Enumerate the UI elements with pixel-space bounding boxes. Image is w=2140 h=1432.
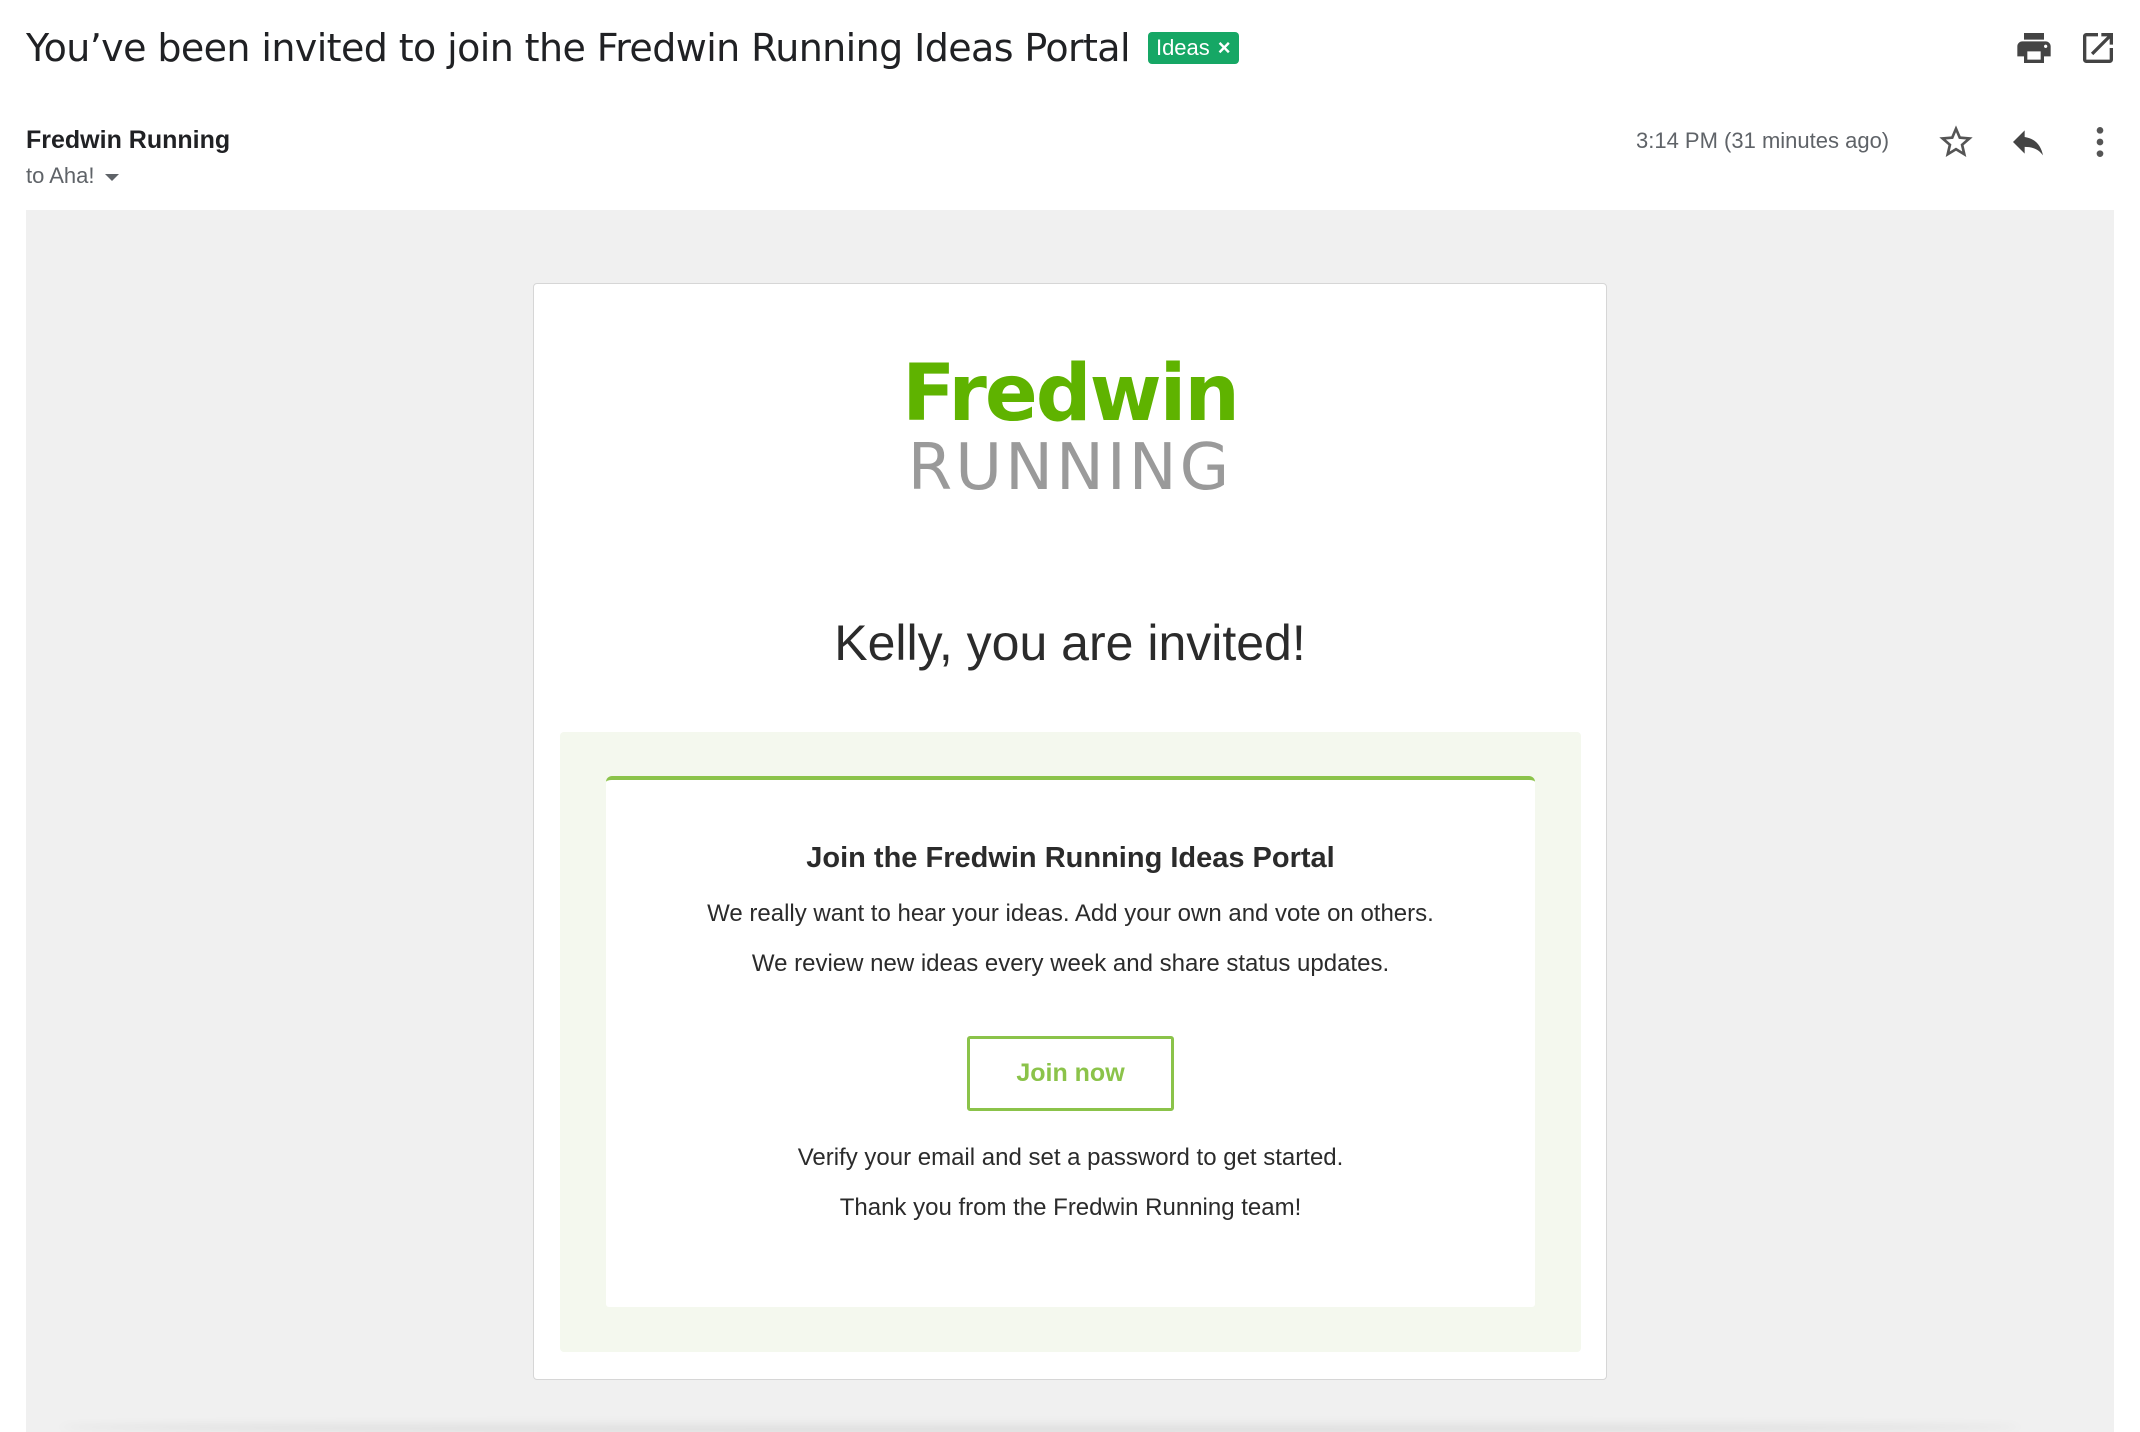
logo-wordmark-top: Fredwin bbox=[902, 349, 1240, 439]
sender-name[interactable]: Fredwin Running bbox=[26, 126, 230, 155]
more-options-icon[interactable] bbox=[2080, 122, 2120, 162]
invitation-headline: Kelly, you are invited! bbox=[834, 615, 1306, 671]
remove-label-icon[interactable]: × bbox=[1218, 35, 1231, 61]
label-chip[interactable]: Ideas × bbox=[1147, 32, 1239, 64]
cta-title: Join the Fredwin Running Ideas Portal bbox=[806, 842, 1335, 874]
print-icon[interactable] bbox=[2014, 28, 2054, 68]
recipient-text: to Aha! bbox=[26, 163, 95, 188]
cta-text-line: Verify your email and set a password to … bbox=[797, 1144, 1344, 1171]
cta-panel: Join the Fredwin Running Ideas Portal We… bbox=[560, 732, 1581, 1352]
subject-row: You’ve been invited to join the Fredwin … bbox=[26, 18, 1239, 78]
chevron-down-icon[interactable] bbox=[104, 174, 119, 181]
reply-icon[interactable] bbox=[2008, 122, 2048, 162]
invitation-card: Fredwin RUNNING Kelly, you are invited! … bbox=[533, 283, 1607, 1380]
recipient-details[interactable]: to Aha! bbox=[26, 163, 119, 189]
star-icon[interactable] bbox=[1936, 122, 1976, 162]
cta-text-line: We review new ideas every week and share… bbox=[751, 950, 1390, 977]
open-in-new-window-icon[interactable] bbox=[2078, 28, 2118, 68]
email-timestamp: 3:14 PM (31 minutes ago) bbox=[1636, 128, 1890, 153]
cta-box: Join the Fredwin Running Ideas Portal We… bbox=[606, 776, 1535, 1307]
join-now-button[interactable]: Join now bbox=[967, 1036, 1174, 1111]
email-subject: You’ve been invited to join the Fredwin … bbox=[26, 26, 1131, 70]
cta-text-line: Thank you from the Fredwin Running team! bbox=[839, 1194, 1302, 1221]
scroll-shadow bbox=[60, 1420, 2020, 1432]
cta-text-line: We really want to hear your ideas. Add y… bbox=[707, 900, 1434, 927]
brand-logo: Fredwin RUNNING bbox=[534, 354, 1606, 506]
email-view: You’ve been invited to join the Fredwin … bbox=[0, 0, 2140, 1432]
label-chip-text: Ideas bbox=[1155, 35, 1210, 60]
logo-wordmark-bottom: RUNNING bbox=[907, 431, 1233, 505]
